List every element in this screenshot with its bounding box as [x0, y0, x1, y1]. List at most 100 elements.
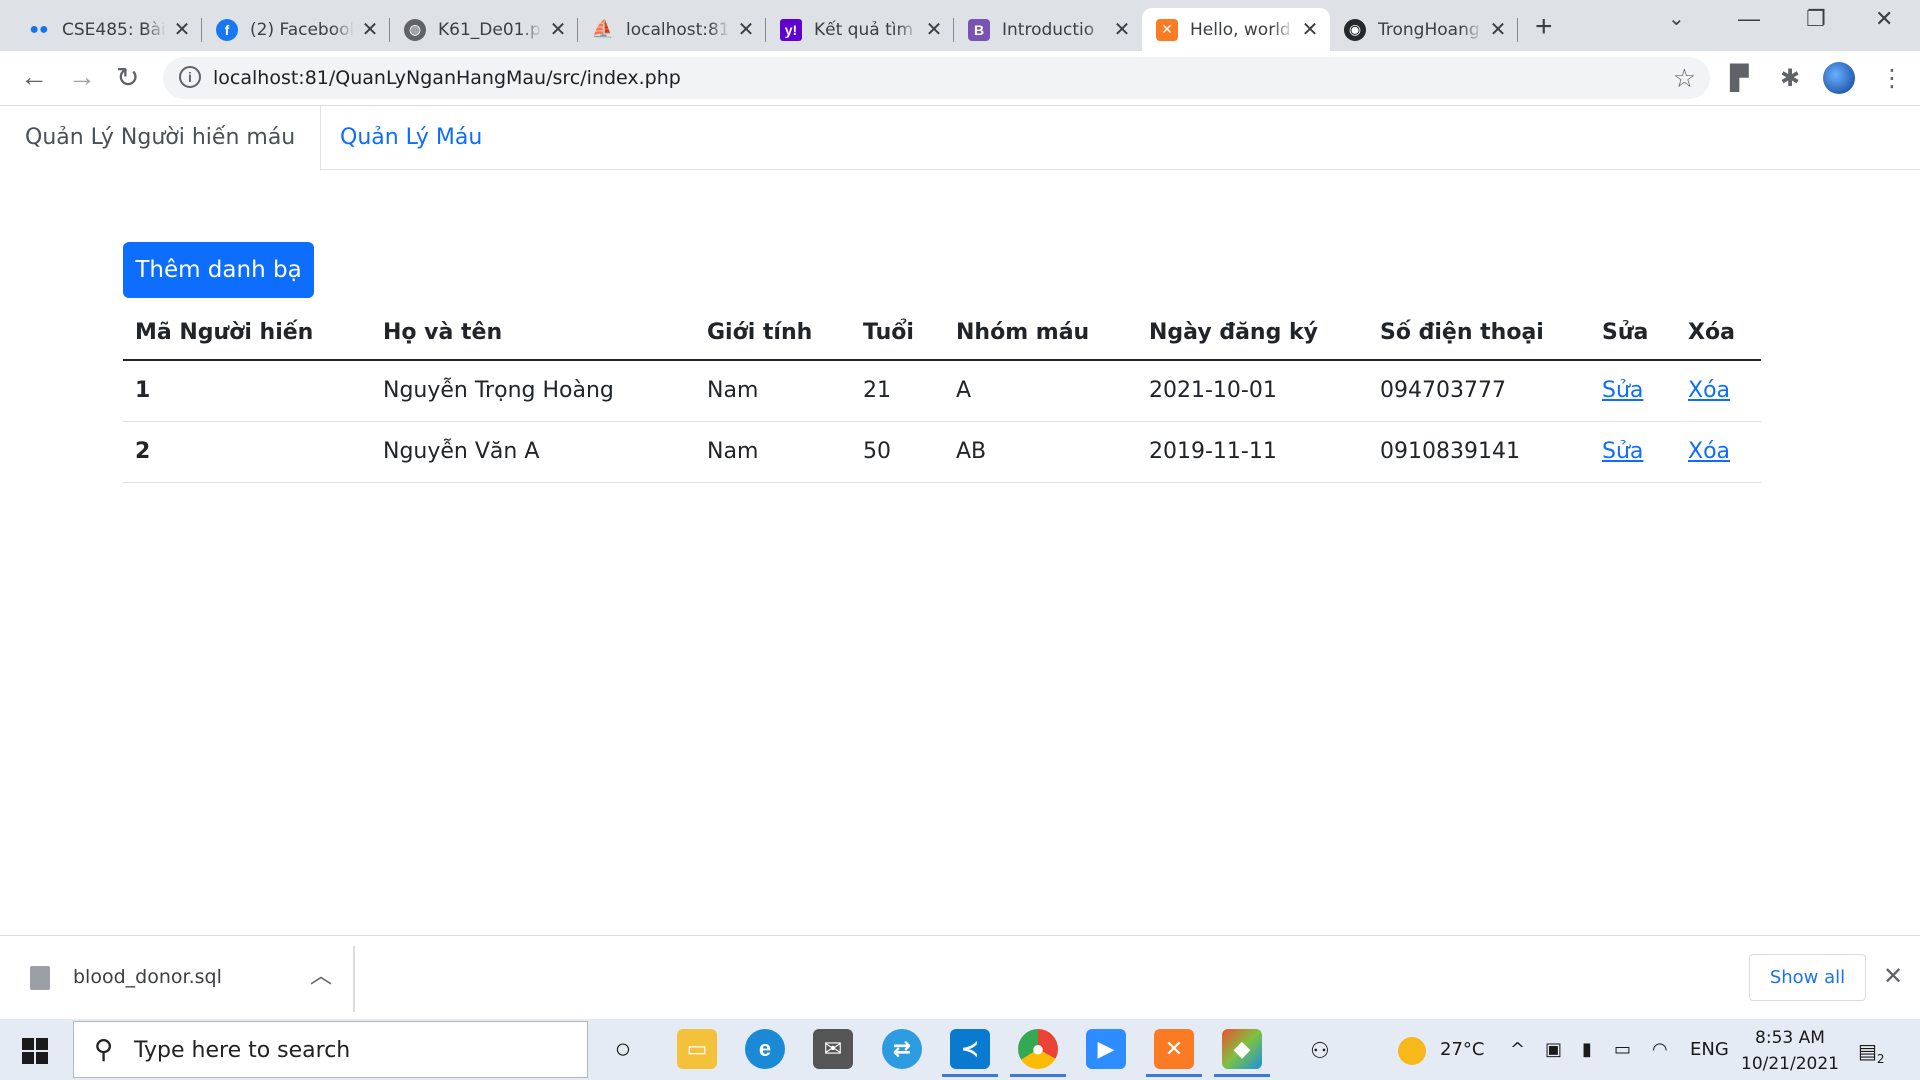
- mail-icon[interactable]: ✉: [813, 1029, 853, 1069]
- tab-donor-management[interactable]: Quản Lý Người hiến máu: [0, 106, 322, 171]
- meet-now-icon[interactable]: ▣: [1545, 1039, 1562, 1060]
- tab-blood-management[interactable]: Quản Lý Máu: [315, 106, 507, 170]
- phpmyadmin-icon: ⛵: [591, 19, 615, 39]
- cell-age: 21: [851, 360, 944, 422]
- browser-tab[interactable]: ●● CSE485: Bài ✕: [14, 8, 202, 51]
- battery-icon[interactable]: ▭: [1614, 1039, 1631, 1060]
- microphone-icon[interactable]: ▮: [1582, 1039, 1592, 1060]
- chrome-icon[interactable]: ●: [1010, 1029, 1066, 1077]
- vscode-icon[interactable]: ≺: [942, 1029, 998, 1077]
- search-placeholder: Type here to search: [134, 1038, 351, 1063]
- close-tab-icon[interactable]: ✕: [924, 17, 944, 42]
- notification-icon[interactable]: ▤2: [1858, 1039, 1885, 1066]
- cell-blood-group: A: [944, 360, 1137, 422]
- close-icon[interactable]: ✕: [1883, 962, 1903, 991]
- zoom-icon[interactable]: ▶: [1086, 1029, 1126, 1069]
- wifi-icon[interactable]: ◠: [1652, 1039, 1668, 1060]
- browser-tab[interactable]: f (2) Facebook ✕: [202, 8, 390, 51]
- url-text[interactable]: localhost:81/QuanLyNganHangMau/src/index…: [213, 67, 681, 89]
- dots-icon: ●●: [29, 20, 49, 38]
- cell-blood-group: AB: [944, 421, 1137, 483]
- clock-time: 8:53 AM: [1755, 1028, 1825, 1048]
- file-explorer-icon[interactable]: ▭: [677, 1029, 717, 1069]
- extensions-icon[interactable]: ✱: [1780, 64, 1800, 93]
- page-nav-tabs: Quản Lý Người hiến máu Quản Lý Máu: [0, 106, 1920, 171]
- cell-phone: 0910839141: [1368, 421, 1590, 483]
- site-info-icon[interactable]: i: [179, 66, 201, 88]
- divider: [353, 946, 355, 1012]
- forward-icon[interactable]: →: [68, 61, 96, 93]
- col-header-register-date: Ngày đăng ký: [1137, 306, 1368, 361]
- cortana-icon[interactable]: ○: [603, 1029, 643, 1069]
- col-header-age: Tuổi: [851, 306, 944, 361]
- close-tab-icon[interactable]: ✕: [172, 17, 192, 42]
- close-tab-icon[interactable]: ✕: [1488, 17, 1508, 42]
- clock-date: 10/21/2021: [1741, 1054, 1839, 1074]
- browser-tab[interactable]: B Introductio ✕: [954, 8, 1142, 51]
- cell-edit: Sửa: [1590, 360, 1676, 422]
- browser-tab-title: Kết quả tìm: [814, 19, 914, 40]
- browser-tab[interactable]: ◍ K61_De01.p ✕: [390, 8, 578, 51]
- xampp-taskbar-icon[interactable]: ✕: [1146, 1029, 1202, 1077]
- bookmark-star-icon[interactable]: ☆: [1673, 63, 1696, 94]
- delete-link[interactable]: Xóa: [1688, 378, 1730, 403]
- show-all-button[interactable]: Show all: [1749, 954, 1866, 1001]
- edge-icon[interactable]: e: [745, 1029, 785, 1069]
- col-header-gender: Giới tính: [695, 306, 851, 361]
- col-header-delete: Xóa: [1676, 306, 1761, 361]
- teamviewer-icon[interactable]: ⇄: [882, 1029, 922, 1069]
- tab-search-chevron-icon[interactable]: ⌄: [1668, 6, 1685, 31]
- profile-avatar[interactable]: [1823, 62, 1855, 94]
- close-tab-icon[interactable]: ✕: [548, 17, 568, 42]
- browser-tab[interactable]: y! Kết quả tìm ✕: [766, 8, 954, 51]
- reading-list-icon[interactable]: ▛: [1730, 64, 1748, 93]
- add-contact-button[interactable]: Thêm danh bạ: [123, 242, 314, 298]
- github-icon: ◉: [1344, 18, 1366, 41]
- temperature[interactable]: 27°C: [1440, 1039, 1484, 1060]
- download-file-name[interactable]: blood_donor.sql: [73, 966, 222, 988]
- back-icon[interactable]: ←: [20, 61, 48, 93]
- file-icon: [30, 966, 50, 990]
- bootstrap-icon: B: [968, 18, 990, 41]
- table-row: 2 Nguyễn Văn A Nam 50 AB 2019-11-11 0910…: [123, 421, 1761, 483]
- notification-count: 2: [1876, 1052, 1885, 1066]
- cell-delete: Xóa: [1676, 421, 1761, 483]
- edit-link[interactable]: Sửa: [1602, 439, 1643, 464]
- edit-link[interactable]: Sửa: [1602, 378, 1643, 403]
- chevron-up-icon[interactable]: ︿: [310, 958, 332, 990]
- browser-tab[interactable]: ⛵ localhost:81 ✕: [578, 8, 766, 51]
- reload-icon[interactable]: ↻: [116, 61, 139, 94]
- close-window-icon[interactable]: ✕: [1875, 6, 1893, 32]
- xampp-icon: ✕: [1156, 18, 1178, 41]
- table-row: 1 Nguyễn Trọng Hoàng Nam 21 A 2021-10-01…: [123, 360, 1761, 422]
- new-tab-icon[interactable]: +: [1535, 10, 1553, 44]
- minimize-icon[interactable]: —: [1738, 6, 1760, 32]
- cell-name: Nguyễn Trọng Hoàng: [371, 360, 695, 422]
- cell-register-date: 2021-10-01: [1137, 360, 1368, 422]
- browser-tab[interactable]: ◉ TrongHoang ✕: [1330, 8, 1518, 51]
- menu-kebab-icon[interactable]: ⋮: [1880, 64, 1904, 93]
- clock[interactable]: 8:53 AM 10/21/2021: [1735, 1025, 1845, 1077]
- cell-register-date: 2019-11-11: [1137, 421, 1368, 483]
- chevron-up-icon[interactable]: ^: [1510, 1039, 1525, 1060]
- close-tab-icon[interactable]: ✕: [360, 17, 380, 42]
- browser-tab-title: K61_De01.p: [438, 19, 541, 40]
- close-tab-icon[interactable]: ✕: [1300, 17, 1320, 42]
- address-bar[interactable]: i localhost:81/QuanLyNganHangMau/src/ind…: [163, 57, 1710, 99]
- col-header-blood-group: Nhóm máu: [944, 306, 1137, 361]
- browser-tab-title: Hello, world: [1190, 19, 1291, 40]
- language-indicator[interactable]: ENG: [1690, 1039, 1729, 1060]
- git-icon[interactable]: ◆: [1214, 1029, 1270, 1077]
- delete-link[interactable]: Xóa: [1688, 439, 1730, 464]
- windows-start-icon[interactable]: [22, 1038, 48, 1064]
- cell-gender: Nam: [695, 421, 851, 483]
- close-tab-icon[interactable]: ✕: [1112, 17, 1132, 42]
- weather-sun-icon[interactable]: [1398, 1037, 1426, 1065]
- people-icon[interactable]: ⚇: [1310, 1039, 1330, 1064]
- browser-tab-active[interactable]: ✕ Hello, world ✕: [1142, 8, 1330, 51]
- restore-icon[interactable]: ❐: [1806, 6, 1826, 32]
- cell-phone: 094703777: [1368, 360, 1590, 422]
- taskbar-search-box[interactable]: ⚲ Type here to search: [73, 1021, 588, 1078]
- browser-tab-strip: ●● CSE485: Bài ✕ f (2) Facebook ✕ ◍ K61_…: [0, 0, 1920, 51]
- close-tab-icon[interactable]: ✕: [736, 17, 756, 42]
